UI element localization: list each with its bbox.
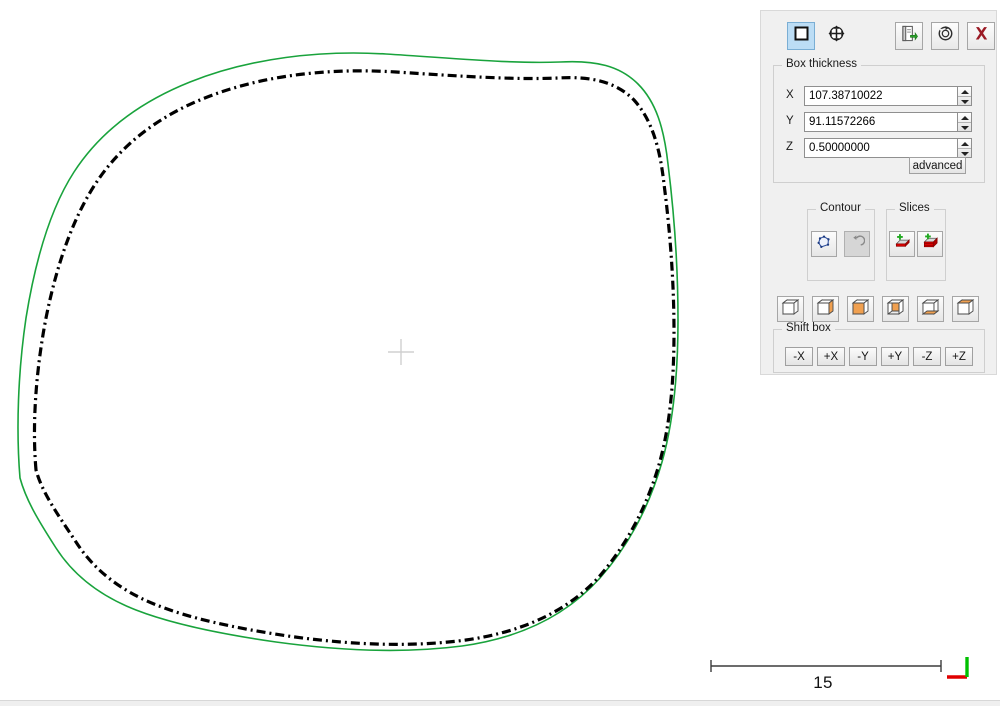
- export-button[interactable]: [895, 22, 923, 50]
- box-thickness-y-spinner[interactable]: [958, 112, 972, 132]
- spin-up-icon[interactable]: [961, 142, 969, 146]
- reload-button[interactable]: [931, 22, 959, 50]
- add-slice-icon: [894, 233, 911, 255]
- spin-down-icon[interactable]: [961, 152, 969, 156]
- spin-down-icon[interactable]: [961, 100, 969, 104]
- panel-toolbar: [773, 19, 987, 53]
- shift-box-plus-y-button[interactable]: +Y: [881, 347, 909, 366]
- box-select-tool-button[interactable]: [787, 22, 815, 50]
- cube-face-bottom-icon: [921, 298, 941, 321]
- scale-bar: 15: [705, 655, 955, 700]
- cube-face-left-button[interactable]: [777, 296, 804, 322]
- spin-down-icon[interactable]: [961, 126, 969, 130]
- contour-group-title: Contour: [816, 202, 865, 214]
- undo-arrow-icon: [850, 234, 865, 254]
- box-thickness-y-input[interactable]: 91.11572266: [804, 112, 958, 132]
- shift-box-minus-z-button[interactable]: -Z: [913, 347, 941, 366]
- cube-face-bottom-button[interactable]: [917, 296, 944, 322]
- spin-up-icon[interactable]: [961, 90, 969, 94]
- add-slices-stack-button[interactable]: [917, 231, 943, 257]
- reload-icon: [937, 25, 954, 47]
- red-x-icon: [973, 25, 990, 47]
- cube-face-front-icon: [851, 298, 871, 321]
- box-thickness-row-z: Z 0.50000000: [786, 138, 976, 158]
- box-thickness-x-input[interactable]: 107.38710022: [804, 86, 958, 106]
- viewport-crosshair: [388, 339, 414, 365]
- box-thickness-x-spinner[interactable]: [958, 86, 972, 106]
- polygon-icon: [816, 234, 832, 255]
- spin-up-icon[interactable]: [961, 116, 969, 120]
- box-thickness-title: Box thickness: [782, 58, 861, 70]
- shift-box-minus-y-button[interactable]: -Y: [849, 347, 877, 366]
- move-arrows-icon: [827, 24, 846, 48]
- cube-face-back-button[interactable]: [882, 296, 909, 322]
- square-icon: [793, 25, 810, 47]
- cube-face-right-icon: [816, 298, 836, 321]
- shift-box-plus-x-button[interactable]: +X: [817, 347, 845, 366]
- slices-group-title: Slices: [895, 202, 934, 214]
- status-bar: [0, 700, 1000, 706]
- shift-box-minus-x-button[interactable]: -X: [785, 347, 813, 366]
- box-thickness-row-x: X 107.38710022: [786, 86, 976, 106]
- green-contour: [18, 53, 678, 650]
- box-thickness-row-y: Y 91.11572266: [786, 112, 976, 132]
- add-slice-button[interactable]: [889, 231, 915, 257]
- cube-face-top-button[interactable]: [952, 296, 979, 322]
- field-label-y: Y: [786, 115, 798, 127]
- axis-indicator: [945, 655, 985, 685]
- app-root: 15: [0, 0, 1000, 706]
- delete-button[interactable]: [967, 22, 995, 50]
- cube-face-front-button[interactable]: [847, 296, 874, 322]
- advanced-button[interactable]: advanced: [909, 157, 966, 174]
- field-label-z: Z: [786, 141, 798, 153]
- document-export-icon: [901, 25, 918, 47]
- add-slice-stack-icon: [922, 233, 939, 255]
- box-thickness-z-input[interactable]: 0.50000000: [804, 138, 958, 158]
- black-contour: [34, 71, 674, 645]
- undo-contour-button[interactable]: [844, 231, 870, 257]
- move-tool-button[interactable]: [822, 22, 850, 50]
- scale-bar-label: 15: [705, 673, 941, 693]
- cube-face-left-icon: [781, 298, 801, 321]
- tool-panel: Box thickness X 107.38710022 Y 91.115722…: [760, 10, 997, 375]
- cube-face-back-icon: [886, 298, 906, 321]
- cube-face-top-icon: [956, 298, 976, 321]
- field-label-x: X: [786, 89, 798, 101]
- draw-contour-button[interactable]: [811, 231, 837, 257]
- cube-face-right-button[interactable]: [812, 296, 839, 322]
- box-thickness-z-spinner[interactable]: [958, 138, 972, 158]
- shift-box-title: Shift box: [782, 322, 835, 334]
- shift-box-plus-z-button[interactable]: +Z: [945, 347, 973, 366]
